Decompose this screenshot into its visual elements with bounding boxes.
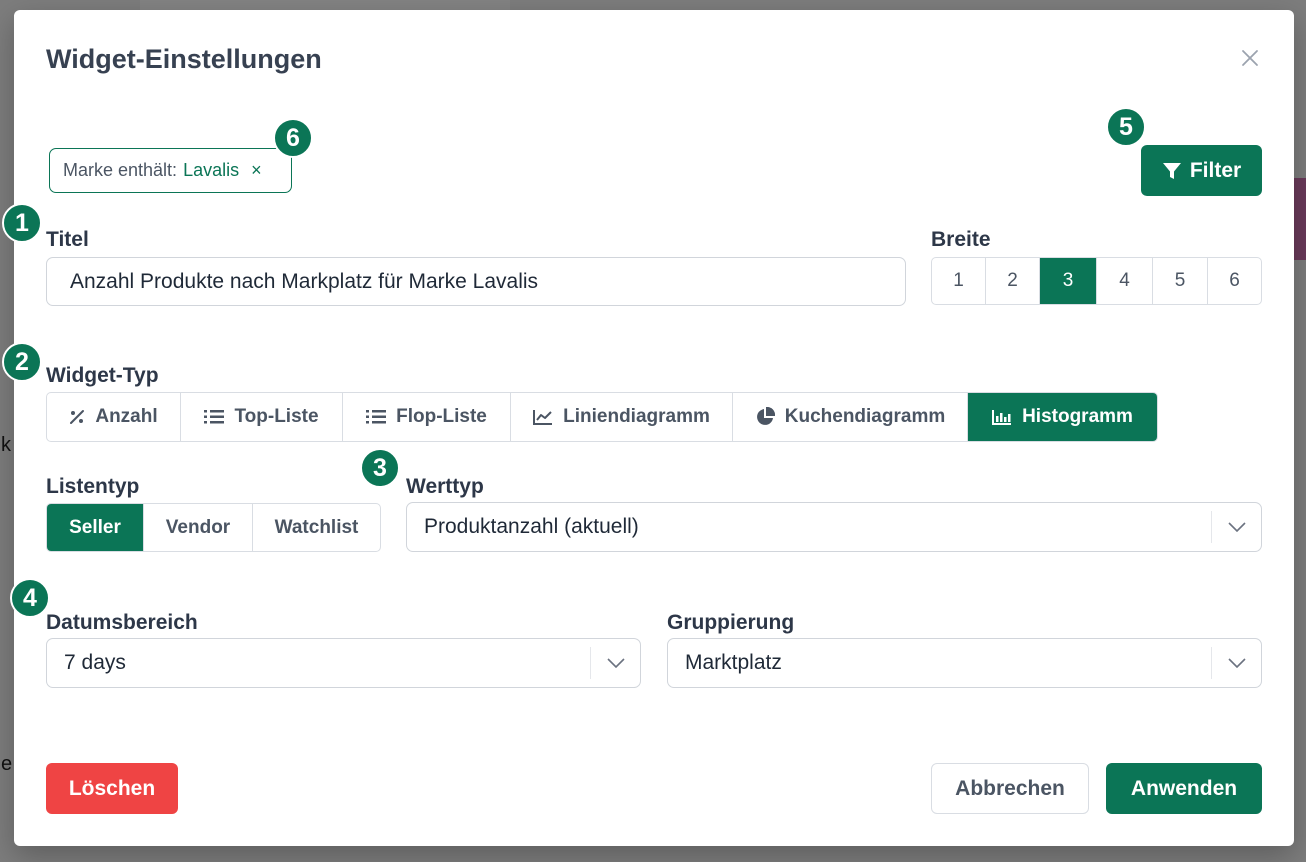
title-label: Titel xyxy=(46,228,89,251)
widget-type-count-label: Anzahl xyxy=(95,406,158,427)
filter-chip-value: Lavalis xyxy=(183,160,240,180)
list-type-label: Listentyp xyxy=(46,475,140,498)
widget-settings-modal: Widget-Einstellungen Marke enthält: Lava… xyxy=(2,10,1294,846)
list-type-vendor[interactable]: Vendor xyxy=(144,504,253,551)
line-chart-icon xyxy=(533,410,553,425)
close-button[interactable] xyxy=(1238,46,1262,70)
cancel-button[interactable]: Abbrechen xyxy=(931,763,1089,814)
chevron-down-icon xyxy=(1227,522,1246,532)
value-type-select[interactable]: Produktanzahl (aktuell) xyxy=(406,502,1262,552)
value-type-label: Werttyp xyxy=(406,475,484,498)
widget-type-top-list[interactable]: Top-Liste xyxy=(181,393,343,441)
list-icon xyxy=(204,410,225,424)
list-type-selector: Seller Vendor Watchlist xyxy=(46,503,381,552)
apply-button[interactable]: Anwenden xyxy=(1106,763,1262,814)
width-option-2[interactable]: 2 xyxy=(986,258,1040,304)
funnel-icon xyxy=(1162,162,1181,179)
width-option-4[interactable]: 4 xyxy=(1097,258,1153,304)
percent-icon xyxy=(70,410,85,424)
widget-type-histogram-label: Histogramm xyxy=(1022,406,1133,427)
filter-button-label: Filter xyxy=(1189,158,1242,182)
filter-chip-label: Marke enthält: xyxy=(63,160,178,180)
background-text: k xyxy=(1,434,11,456)
widget-type-histogram[interactable]: Histogramm xyxy=(968,393,1157,441)
grouping-value: Marktplatz xyxy=(685,651,782,674)
annotation-marker-5: 5 xyxy=(1106,107,1146,147)
bar-chart-icon xyxy=(992,410,1012,425)
width-label: Breite xyxy=(931,228,991,251)
background-text: e xyxy=(1,753,13,775)
date-range-label: Datumsbereich xyxy=(46,611,198,634)
widget-type-pie-chart-label: Kuchendiagramm xyxy=(784,406,946,427)
widget-type-top-list-label: Top-Liste xyxy=(234,406,319,427)
filter-button[interactable]: Filter xyxy=(1141,145,1262,196)
annotation-marker-1: 1 xyxy=(2,203,42,243)
list-type-seller[interactable]: Seller xyxy=(47,504,144,551)
list-icon xyxy=(366,410,387,424)
title-input[interactable]: Anzahl Produkte nach Markplatz für Marke… xyxy=(46,257,906,306)
filter-chip: Marke enthält: Lavalis × xyxy=(49,148,292,193)
widget-type-flop-list[interactable]: Flop-Liste xyxy=(343,393,511,441)
width-option-6[interactable]: 6 xyxy=(1208,258,1261,304)
widget-type-line-chart-label: Liniendiagramm xyxy=(563,406,710,427)
chevron-down-icon xyxy=(1211,511,1261,543)
background-panel xyxy=(140,0,510,10)
delete-button[interactable]: Löschen xyxy=(46,763,178,814)
widget-type-count[interactable]: Anzahl xyxy=(47,393,181,441)
annotation-marker-2: 2 xyxy=(2,342,42,382)
width-option-1[interactable]: 1 xyxy=(932,258,986,304)
widget-type-pie-chart[interactable]: Kuchendiagramm xyxy=(733,393,968,441)
widget-type-line-chart[interactable]: Liniendiagramm xyxy=(511,393,733,441)
width-option-3[interactable]: 3 xyxy=(1040,258,1097,304)
pie-chart-icon xyxy=(756,407,775,425)
close-icon xyxy=(1242,50,1258,66)
chevron-down-icon xyxy=(1227,658,1246,668)
modal-title: Widget-Einstellungen xyxy=(46,44,322,74)
grouping-label: Gruppierung xyxy=(667,611,795,634)
widget-type-flop-list-label: Flop-Liste xyxy=(396,406,487,427)
widget-type-label: Widget-Typ xyxy=(46,364,159,387)
date-range-value: 7 days xyxy=(64,651,126,674)
value-type-value: Produktanzahl (aktuell) xyxy=(424,515,639,538)
annotation-marker-3: 3 xyxy=(360,448,400,488)
annotation-marker-4: 4 xyxy=(10,578,50,618)
remove-filter-icon[interactable]: × xyxy=(251,160,262,181)
grouping-select[interactable]: Marktplatz xyxy=(667,638,1262,688)
chevron-down-icon xyxy=(590,647,640,679)
list-type-watchlist[interactable]: Watchlist xyxy=(253,504,380,551)
chevron-down-icon xyxy=(606,658,625,668)
title-input-value: Anzahl Produkte nach Markplatz für Marke… xyxy=(70,269,539,293)
widget-type-selector: Anzahl Top-Liste Flop-Liste Liniendiagra… xyxy=(46,392,1158,442)
date-range-select[interactable]: 7 days xyxy=(46,638,641,688)
chevron-down-icon xyxy=(1211,647,1261,679)
annotation-marker-6: 6 xyxy=(273,118,313,158)
width-selector: 1 2 3 4 5 6 xyxy=(931,257,1262,305)
width-option-5[interactable]: 5 xyxy=(1153,258,1208,304)
background-accent-block xyxy=(1294,178,1306,260)
